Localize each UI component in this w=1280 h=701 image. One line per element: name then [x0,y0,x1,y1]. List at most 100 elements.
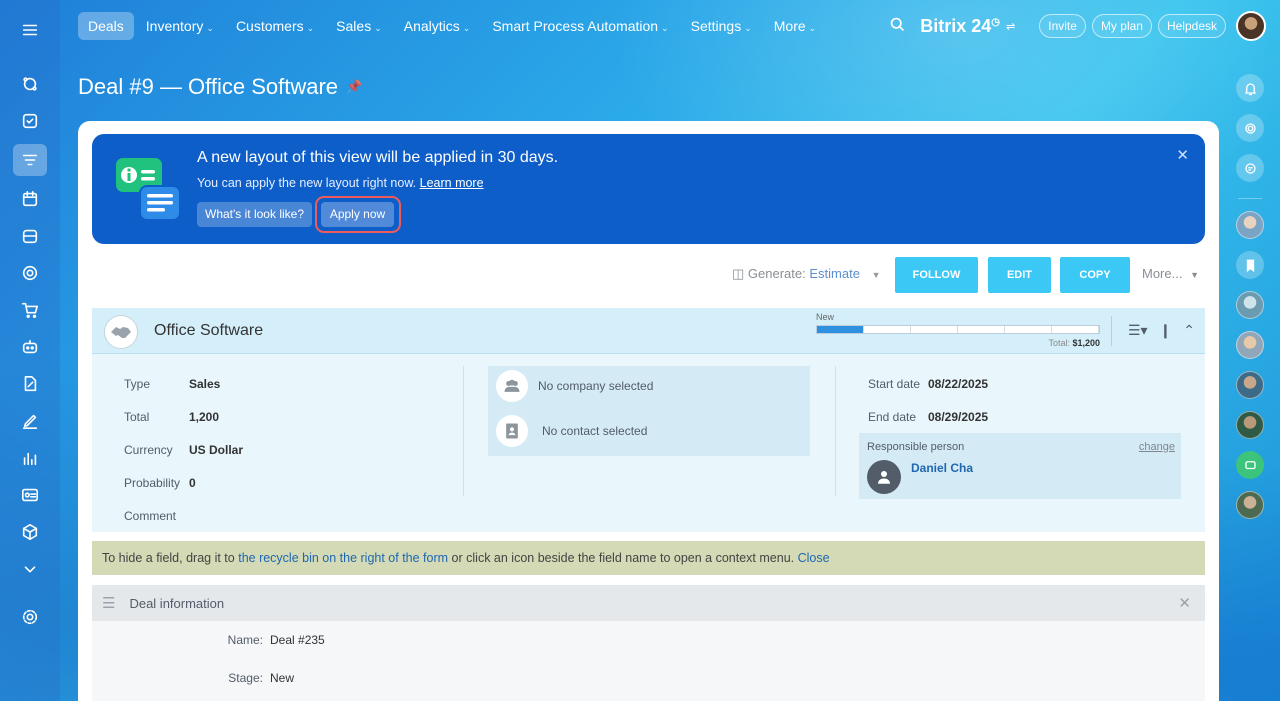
layout-update-banner: A new layout of this view will be applie… [92,134,1205,244]
copilot-icon[interactable] [1236,114,1264,142]
preview-layout-button[interactable]: What's it look like? [197,202,312,227]
header-tools: ☰▾ ❙ ⌃ [1116,322,1195,339]
pin-icon[interactable]: ❙ [1160,322,1172,339]
generate-document-dropdown[interactable]: ◫ Generate: Estimate ▼ [732,266,881,282]
header-divider [1111,316,1112,346]
stage-segment[interactable] [864,326,911,333]
nav-tab-smart-process-automation[interactable]: Smart Process Automation ⌄ [482,12,678,40]
settings-gear-icon[interactable] [16,603,44,631]
field-hint-bar: To hide a field, drag it to the recycle … [92,541,1205,575]
more-actions-dropdown[interactable]: More... ▼ [1142,266,1199,281]
feed-icon[interactable] [16,70,44,98]
chat-avatar[interactable] [1236,211,1264,239]
chat-avatar[interactable] [1236,331,1264,359]
client-box: No company selected No contact selected [488,366,810,456]
nav-tab-deals[interactable]: Deals [78,12,134,40]
copy-button[interactable]: COPY [1060,257,1130,293]
stage-segment[interactable] [1005,326,1052,333]
learn-more-link[interactable]: Learn more [420,176,484,190]
chevron-down-icon: ⌄ [661,23,669,33]
stage-progress[interactable]: New Total: $1,200 [816,312,1100,348]
target-icon[interactable] [16,259,44,287]
hint-close-link[interactable]: Close [798,551,830,565]
field-end-date: End date 08/29/2025 [868,410,989,424]
pin-icon[interactable]: 📌 [346,79,362,95]
top-right-toolbar: Bitrix 24◷ ⇌ Invite My plan Helpdesk [889,11,1266,41]
user-avatar-icon [867,460,901,494]
chat-icon[interactable] [1236,154,1264,182]
robot-icon[interactable] [16,333,44,361]
stage-label: New [816,312,835,322]
stage-segment[interactable] [1052,326,1099,333]
edit-button[interactable]: EDIT [988,257,1051,293]
column-divider [463,366,464,496]
nav-tab-customers[interactable]: Customers ⌄ [226,12,324,40]
right-sidebar-divider [1238,198,1262,199]
right-sidebar [1220,0,1280,701]
helpdesk-button[interactable]: Helpdesk [1157,14,1226,38]
page-title-wrap: Deal #9 — Office Software 📌 [78,74,362,100]
calendar-icon[interactable] [16,185,44,213]
search-icon[interactable] [889,16,906,36]
drive-icon[interactable] [16,222,44,250]
layout-illustration-icon [116,158,181,221]
responsible-person-name[interactable]: Daniel Cha [911,461,973,475]
chevron-down-icon[interactable] [16,555,44,583]
chat-avatar[interactable] [1236,291,1264,319]
follow-button[interactable]: FOLLOW [895,257,978,293]
section-close-icon[interactable]: ✕ [1178,594,1191,612]
tasks-icon[interactable] [16,107,44,135]
nav-tab-inventory[interactable]: Inventory ⌄ [136,12,224,40]
change-responsible-link[interactable]: change [1139,441,1175,453]
collapse-chevron-up-icon[interactable]: ⌃ [1183,322,1195,339]
user-avatar[interactable] [1236,11,1266,41]
notifications-bell-icon[interactable] [1236,74,1264,102]
handshake-icon [104,315,138,349]
field-total: Total 1,200 [124,410,220,424]
box-icon[interactable] [16,518,44,546]
nav-tab-sales[interactable]: Sales ⌄ [326,12,392,40]
field-type: Type Sales [124,377,221,391]
drag-handle-icon[interactable]: ☰ [102,594,115,612]
analytics-icon[interactable] [16,444,44,472]
chevron-down-icon: ⌄ [744,23,752,33]
my-plan-button[interactable]: My plan [1091,14,1152,38]
nav-tab-settings[interactable]: Settings ⌄ [681,12,762,40]
stage-segment[interactable] [817,326,864,333]
crm-icon[interactable] [13,144,47,176]
invite-button[interactable]: Invite [1039,14,1086,38]
chevron-down-icon: ⌄ [374,23,382,33]
responsible-person-box: Responsible person change Daniel Cha [859,433,1181,499]
company-row[interactable]: No company selected [496,370,653,402]
stage-segment[interactable] [911,326,958,333]
open-channel-icon[interactable] [1236,451,1264,479]
document-edit-icon[interactable] [16,370,44,398]
deal-header: Office Software New Total: $1,200 ☰▾ ❙ ⌃ [92,308,1205,354]
field-probability: Probability 0 [124,476,196,490]
chat-avatar[interactable] [1236,411,1264,439]
caret-down-icon: ▼ [871,270,881,280]
contact-row[interactable]: No contact selected [496,415,647,447]
contact-card-icon[interactable] [16,481,44,509]
theme-switch-icon[interactable]: ⇌ [1006,20,1015,33]
column-divider [835,366,836,496]
field-comment: Comment [124,509,177,523]
deal-card: A new layout of this view will be applie… [78,121,1219,701]
bookmark-icon[interactable] [1236,251,1264,279]
recycle-bin-link[interactable]: the recycle bin on the right of the form [238,551,448,565]
nav-tab-analytics[interactable]: Analytics ⌄ [394,12,481,40]
sign-icon[interactable] [16,407,44,435]
stage-segment[interactable] [958,326,1005,333]
section-title: Deal information [129,595,225,611]
apply-now-button[interactable]: Apply now [321,202,394,227]
chat-avatar[interactable] [1236,491,1264,519]
cart-icon[interactable] [16,296,44,324]
banner-close-icon[interactable]: ✕ [1176,146,1189,164]
menu-icon[interactable] [16,16,44,44]
nav-tab-more[interactable]: More ⌄ [764,12,826,40]
stage-bar[interactable] [816,325,1100,334]
chat-avatar[interactable] [1236,371,1264,399]
contact-book-icon [496,415,528,447]
deal-name[interactable]: Office Software [154,322,263,340]
list-settings-icon[interactable]: ☰▾ [1128,322,1148,339]
